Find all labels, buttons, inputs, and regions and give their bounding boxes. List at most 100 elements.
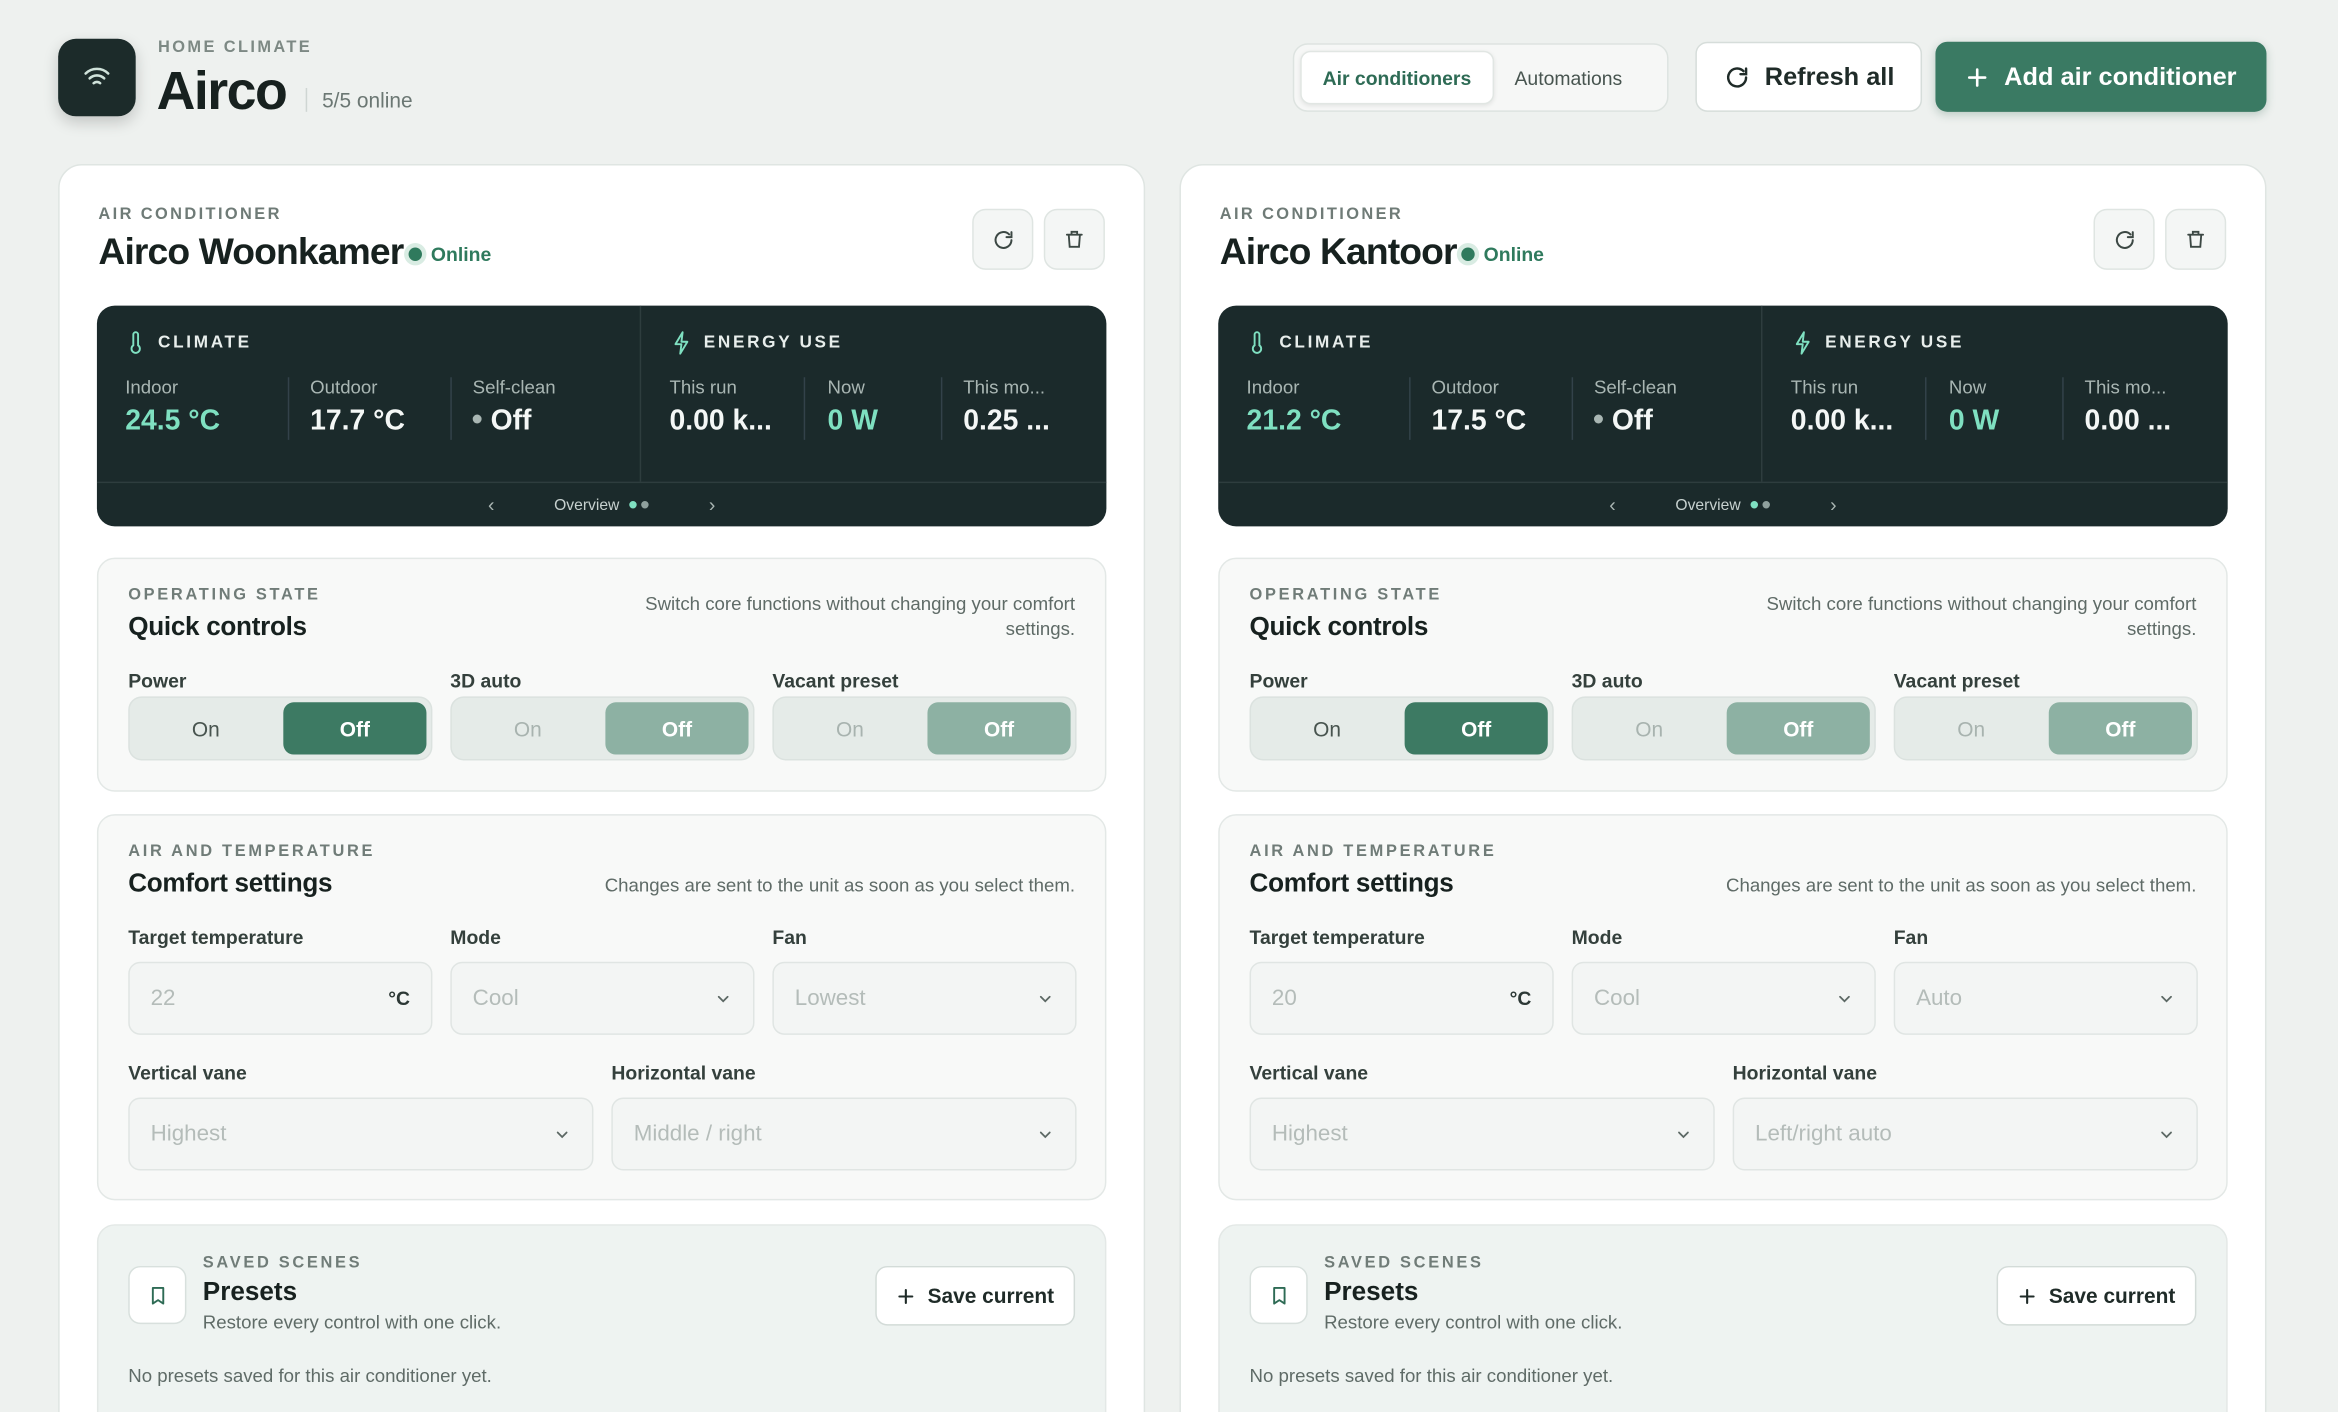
3d-auto-toggle: On Off — [450, 696, 755, 761]
save-current-label: Save current — [927, 1283, 1055, 1308]
comfort-settings-section: AIR AND TEMPERATURE Comfort settings Cha… — [1218, 814, 2228, 1201]
section-title: Comfort settings — [128, 867, 333, 898]
save-current-button[interactable]: Save current — [1996, 1265, 2197, 1326]
chevron-down-icon — [1678, 1130, 1689, 1138]
chevron-left-icon[interactable]: ‹ — [1609, 494, 1615, 516]
status-badge: Online — [1461, 243, 1544, 265]
vacant-preset-label: Vacant preset — [1893, 669, 2020, 692]
online-count: 5/5 online — [305, 87, 413, 112]
power-on-option[interactable]: On — [134, 702, 277, 754]
outdoor-metric: Outdoor 17.7 °C — [310, 377, 405, 440]
air-conditioner-card: AIR CONDITIONER Airco Kantoor Online CLI… — [1179, 164, 2267, 1412]
delete-unit-button[interactable] — [1043, 208, 1105, 270]
horizontal-vane-select[interactable]: Middle / right — [611, 1097, 1077, 1171]
fan-select[interactable]: Lowest — [772, 961, 1077, 1035]
fan-select[interactable]: Auto — [1893, 961, 2198, 1035]
climate-header: CLIMATE — [1248, 331, 1373, 355]
tab-automations[interactable]: Automations — [1494, 51, 1644, 105]
pager-dots — [629, 501, 650, 509]
bookmark-icon — [128, 1265, 187, 1325]
section-note: Changes are sent to the unit as soon as … — [1725, 875, 2197, 897]
now-metric: Now 0 W — [828, 377, 878, 440]
metric-divider — [1409, 377, 1411, 440]
vacant-on-option[interactable]: On — [1900, 702, 2043, 754]
add-air-conditioner-label: Add air conditioner — [2004, 61, 2237, 91]
pager-dot-active[interactable] — [629, 501, 638, 509]
3d-auto-toggle: On Off — [1571, 696, 1876, 761]
mode-select[interactable]: Cool — [450, 961, 755, 1035]
refresh-all-button[interactable]: Refresh all — [1695, 41, 1923, 112]
selfclean-text: Off — [490, 405, 532, 437]
refresh-unit-button[interactable] — [972, 208, 1034, 270]
power-toggle: On Off — [1249, 696, 1554, 761]
this-month-metric: This mo... 0.25 ... — [963, 377, 1050, 440]
pager-dot[interactable] — [641, 501, 650, 509]
save-current-button[interactable]: Save current — [875, 1265, 1076, 1326]
overview-label: Overview — [554, 495, 620, 514]
vertical-vane-select[interactable]: Highest — [128, 1097, 594, 1171]
vacant-on-option[interactable]: On — [778, 702, 921, 754]
indoor-value: 24.5 °C — [125, 405, 221, 437]
power-off-option[interactable]: Off — [1404, 702, 1548, 755]
refresh-icon — [1726, 66, 1747, 87]
mode-select[interactable]: Cool — [1571, 961, 1876, 1035]
this-month-label: This mo... — [963, 377, 1046, 399]
presets-title: Presets — [1324, 1276, 1419, 1307]
3d-auto-on-option[interactable]: On — [1578, 702, 1721, 754]
status-label: Online — [430, 243, 492, 266]
target-temperature-input[interactable]: 22 °C — [128, 961, 433, 1035]
unit-name: Airco Woonkamer — [98, 231, 404, 273]
3d-auto-off-option[interactable]: Off — [605, 702, 749, 755]
3d-auto-on-option[interactable]: On — [456, 702, 599, 754]
vertical-vane-value: Highest — [1271, 1121, 1348, 1147]
comfort-settings-section: AIR AND TEMPERATURE Comfort settings Cha… — [96, 814, 1107, 1201]
vacant-off-option[interactable]: Off — [927, 702, 1071, 755]
panel-pager: ‹ Overview › — [96, 481, 1107, 527]
pager-dot[interactable] — [1763, 501, 1771, 509]
indoor-metric: Indoor 21.2 °C — [1247, 377, 1342, 440]
tab-air-conditioners[interactable]: Air conditioners — [1300, 50, 1494, 105]
horizontal-vane-value: Left/right auto — [1755, 1121, 1892, 1147]
refresh-unit-button[interactable] — [2093, 208, 2155, 270]
horizontal-vane-select[interactable]: Left/right auto — [1732, 1097, 2198, 1171]
section-eyebrow: AIR AND TEMPERATURE — [1249, 842, 1497, 861]
section-title: Comfort settings — [1249, 867, 1454, 898]
status-label: Online — [1483, 243, 1544, 266]
chevron-down-icon — [1039, 995, 1051, 1002]
lightning-icon — [1795, 331, 1810, 355]
target-temperature-label: Target temperature — [1249, 925, 1425, 949]
vertical-vane-select[interactable]: Highest — [1249, 1097, 1715, 1171]
chevron-left-icon[interactable]: ‹ — [488, 494, 494, 516]
target-temperature-label: Target temperature — [128, 925, 304, 949]
3d-auto-off-option[interactable]: Off — [1726, 702, 1870, 755]
presets-eyebrow: SAVED SCENES — [202, 1254, 363, 1272]
chevron-down-icon — [717, 995, 729, 1002]
chevron-right-icon[interactable]: › — [709, 494, 715, 516]
delete-unit-button[interactable] — [2165, 208, 2227, 270]
metric-divider — [287, 377, 290, 440]
add-air-conditioner-button[interactable]: Add air conditioner — [1935, 41, 2267, 112]
now-value: 0 W — [1948, 405, 2000, 437]
power-off-option[interactable]: Off — [283, 702, 427, 755]
trash-icon — [2187, 230, 2205, 248]
vacant-off-option[interactable]: Off — [2048, 702, 2192, 755]
power-on-option[interactable]: On — [1256, 702, 1399, 754]
now-value: 0 W — [827, 405, 878, 437]
outdoor-label: Outdoor — [1431, 377, 1499, 399]
horizontal-vane-value: Middle / right — [633, 1121, 762, 1147]
target-temperature-input[interactable]: 20 °C — [1249, 961, 1554, 1035]
power-label: Power — [1249, 669, 1308, 692]
pager-dot-active[interactable] — [1751, 501, 1759, 509]
section-title: Quick controls — [128, 611, 307, 642]
energy-header: ENERGY USE — [1794, 331, 1964, 355]
indoor-label: Indoor — [1246, 377, 1300, 399]
3d-auto-label: 3D auto — [450, 669, 522, 692]
now-label: Now — [1948, 377, 1987, 399]
section-note: Changes are sent to the unit as soon as … — [604, 875, 1076, 897]
metric-divider — [1925, 377, 1927, 440]
chevron-right-icon[interactable]: › — [1830, 494, 1836, 516]
vacant-preset-toggle: On Off — [772, 696, 1077, 761]
climate-title: CLIMATE — [1279, 334, 1374, 352]
power-label: Power — [128, 669, 187, 692]
app-header: HOME CLIMATE Airco 5/5 online Air condit… — [58, 38, 2267, 121]
